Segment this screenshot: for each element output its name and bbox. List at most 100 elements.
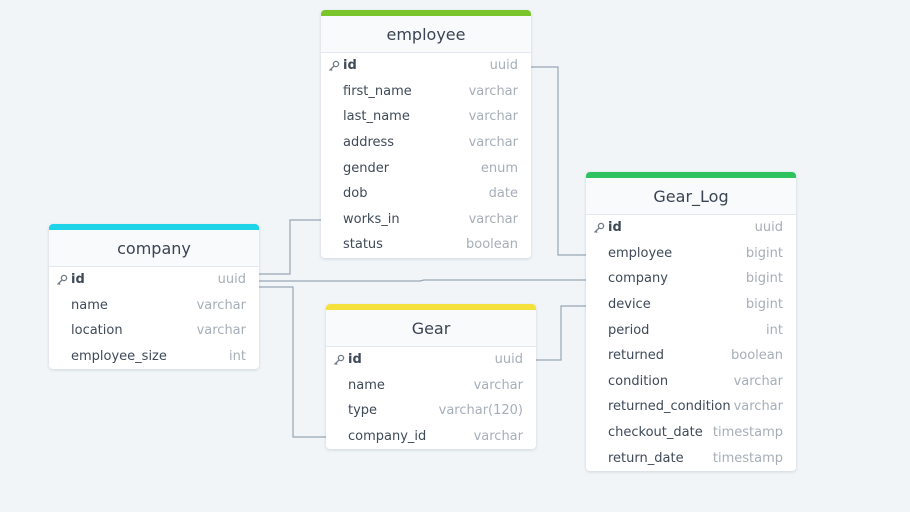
field-name: works_in [343, 211, 400, 227]
field-name: returned [608, 348, 664, 364]
field-row[interactable]: device bigint [586, 292, 796, 318]
field-name: company [608, 271, 668, 287]
field-row[interactable]: address varchar [321, 130, 531, 156]
relationship-line[interactable] [531, 66, 586, 256]
diagram-canvas: employee id uuid first_name varchar last_nam… [0, 0, 910, 512]
field-row[interactable]: first_name varchar [321, 79, 531, 105]
field-type: varchar [733, 373, 783, 389]
table-header[interactable]: Gear_Log [586, 172, 796, 215]
field-row[interactable]: id uuid [326, 347, 536, 373]
relationship-line[interactable] [259, 279, 586, 282]
field-row[interactable]: type varchar(120) [326, 398, 536, 424]
field-row[interactable]: status boolean [321, 232, 531, 258]
key-icon [56, 274, 68, 286]
field-type: bigint [745, 297, 783, 313]
field-row[interactable]: company bigint [586, 266, 796, 292]
field-row[interactable]: gender enum [321, 155, 531, 181]
relationship-line[interactable] [259, 286, 326, 438]
field-type: varchar [473, 429, 523, 445]
field-name: first_name [343, 83, 412, 99]
table-gear-log[interactable]: Gear_Log id uuid employee bigint company bigi… [586, 172, 796, 471]
relationship-line[interactable] [259, 219, 321, 275]
field-name: gender [343, 160, 390, 176]
table-title: company [117, 238, 191, 258]
relationship-line[interactable] [536, 305, 586, 361]
field-row[interactable]: id uuid [49, 267, 259, 293]
field-type: varchar [196, 297, 246, 313]
field-type: bigint [745, 245, 783, 261]
field-name: last_name [343, 109, 410, 125]
field-name: dob [343, 186, 368, 202]
field-row[interactable]: id uuid [321, 53, 531, 79]
field-name: company_id [348, 429, 427, 445]
field-row[interactable]: returned_condition varchar [586, 394, 796, 420]
field-type: boolean [731, 348, 783, 364]
field-type: boolean [466, 237, 518, 253]
field-name: name [71, 297, 108, 313]
field-row[interactable]: employee bigint [586, 241, 796, 267]
field-row[interactable]: return_date timestamp [586, 445, 796, 471]
field-row[interactable]: name varchar [49, 293, 259, 319]
field-row[interactable]: works_in varchar [321, 207, 531, 233]
table-header[interactable]: company [49, 224, 259, 267]
key-icon [333, 354, 345, 366]
field-row[interactable]: location varchar [49, 318, 259, 344]
field-type: int [229, 349, 246, 365]
key-icon [593, 222, 605, 234]
field-type: int [766, 322, 783, 338]
table-gear[interactable]: Gear id uuid name varchar type varchar(120) co… [326, 304, 536, 450]
field-row[interactable]: condition varchar [586, 369, 796, 395]
field-type: timestamp [712, 425, 783, 441]
field-row[interactable]: company_id varchar [326, 424, 536, 450]
field-row[interactable]: checkout_date timestamp [586, 420, 796, 446]
field-type: varchar [468, 211, 518, 227]
field-name: return_date [608, 450, 684, 466]
field-name: id [348, 352, 362, 368]
table-company[interactable]: company id uuid name varchar location varchar… [49, 224, 259, 370]
field-row[interactable]: id uuid [586, 215, 796, 241]
field-name: device [608, 297, 651, 313]
field-type: uuid [217, 272, 246, 288]
field-type: date [488, 186, 518, 202]
field-type: varchar [473, 377, 523, 393]
field-type: uuid [494, 352, 523, 368]
field-row[interactable]: returned boolean [586, 343, 796, 369]
field-name: status [343, 237, 383, 253]
table-title: Gear [411, 318, 451, 338]
field-row[interactable]: last_name varchar [321, 104, 531, 130]
field-name: id [71, 272, 85, 288]
table-employee[interactable]: employee id uuid first_name varchar last_nam… [321, 10, 531, 258]
field-row[interactable]: period int [586, 317, 796, 343]
field-name: name [348, 377, 385, 393]
field-name: employee_size [71, 349, 167, 365]
field-type: varchar [468, 135, 518, 151]
field-name: checkout_date [608, 425, 703, 441]
field-name: period [608, 322, 650, 338]
field-name: type [348, 403, 378, 419]
table-header[interactable]: Gear [326, 304, 536, 347]
field-type: uuid [489, 58, 518, 74]
table-header[interactable]: employee [321, 10, 531, 53]
field-type: varchar [196, 323, 246, 339]
field-row[interactable]: name varchar [326, 373, 536, 399]
field-name: employee [608, 245, 673, 261]
field-name: location [71, 323, 123, 339]
table-title: employee [386, 24, 466, 44]
field-name: id [608, 220, 622, 236]
field-type: varchar [468, 109, 518, 125]
field-name: condition [608, 373, 669, 389]
field-row[interactable]: employee_size int [49, 344, 259, 370]
field-row[interactable]: dob date [321, 181, 531, 207]
field-type: varchar [468, 83, 518, 99]
key-icon [328, 60, 340, 72]
field-type: varchar [733, 399, 783, 415]
field-name: address [343, 135, 395, 151]
field-type: varchar(120) [438, 403, 523, 419]
field-type: enum [480, 160, 518, 176]
field-type: timestamp [712, 450, 783, 466]
field-name: id [343, 58, 357, 74]
field-name: returned_condition [608, 399, 731, 415]
table-title: Gear_Log [653, 186, 729, 206]
field-type: uuid [754, 220, 783, 236]
field-type: bigint [745, 271, 783, 287]
